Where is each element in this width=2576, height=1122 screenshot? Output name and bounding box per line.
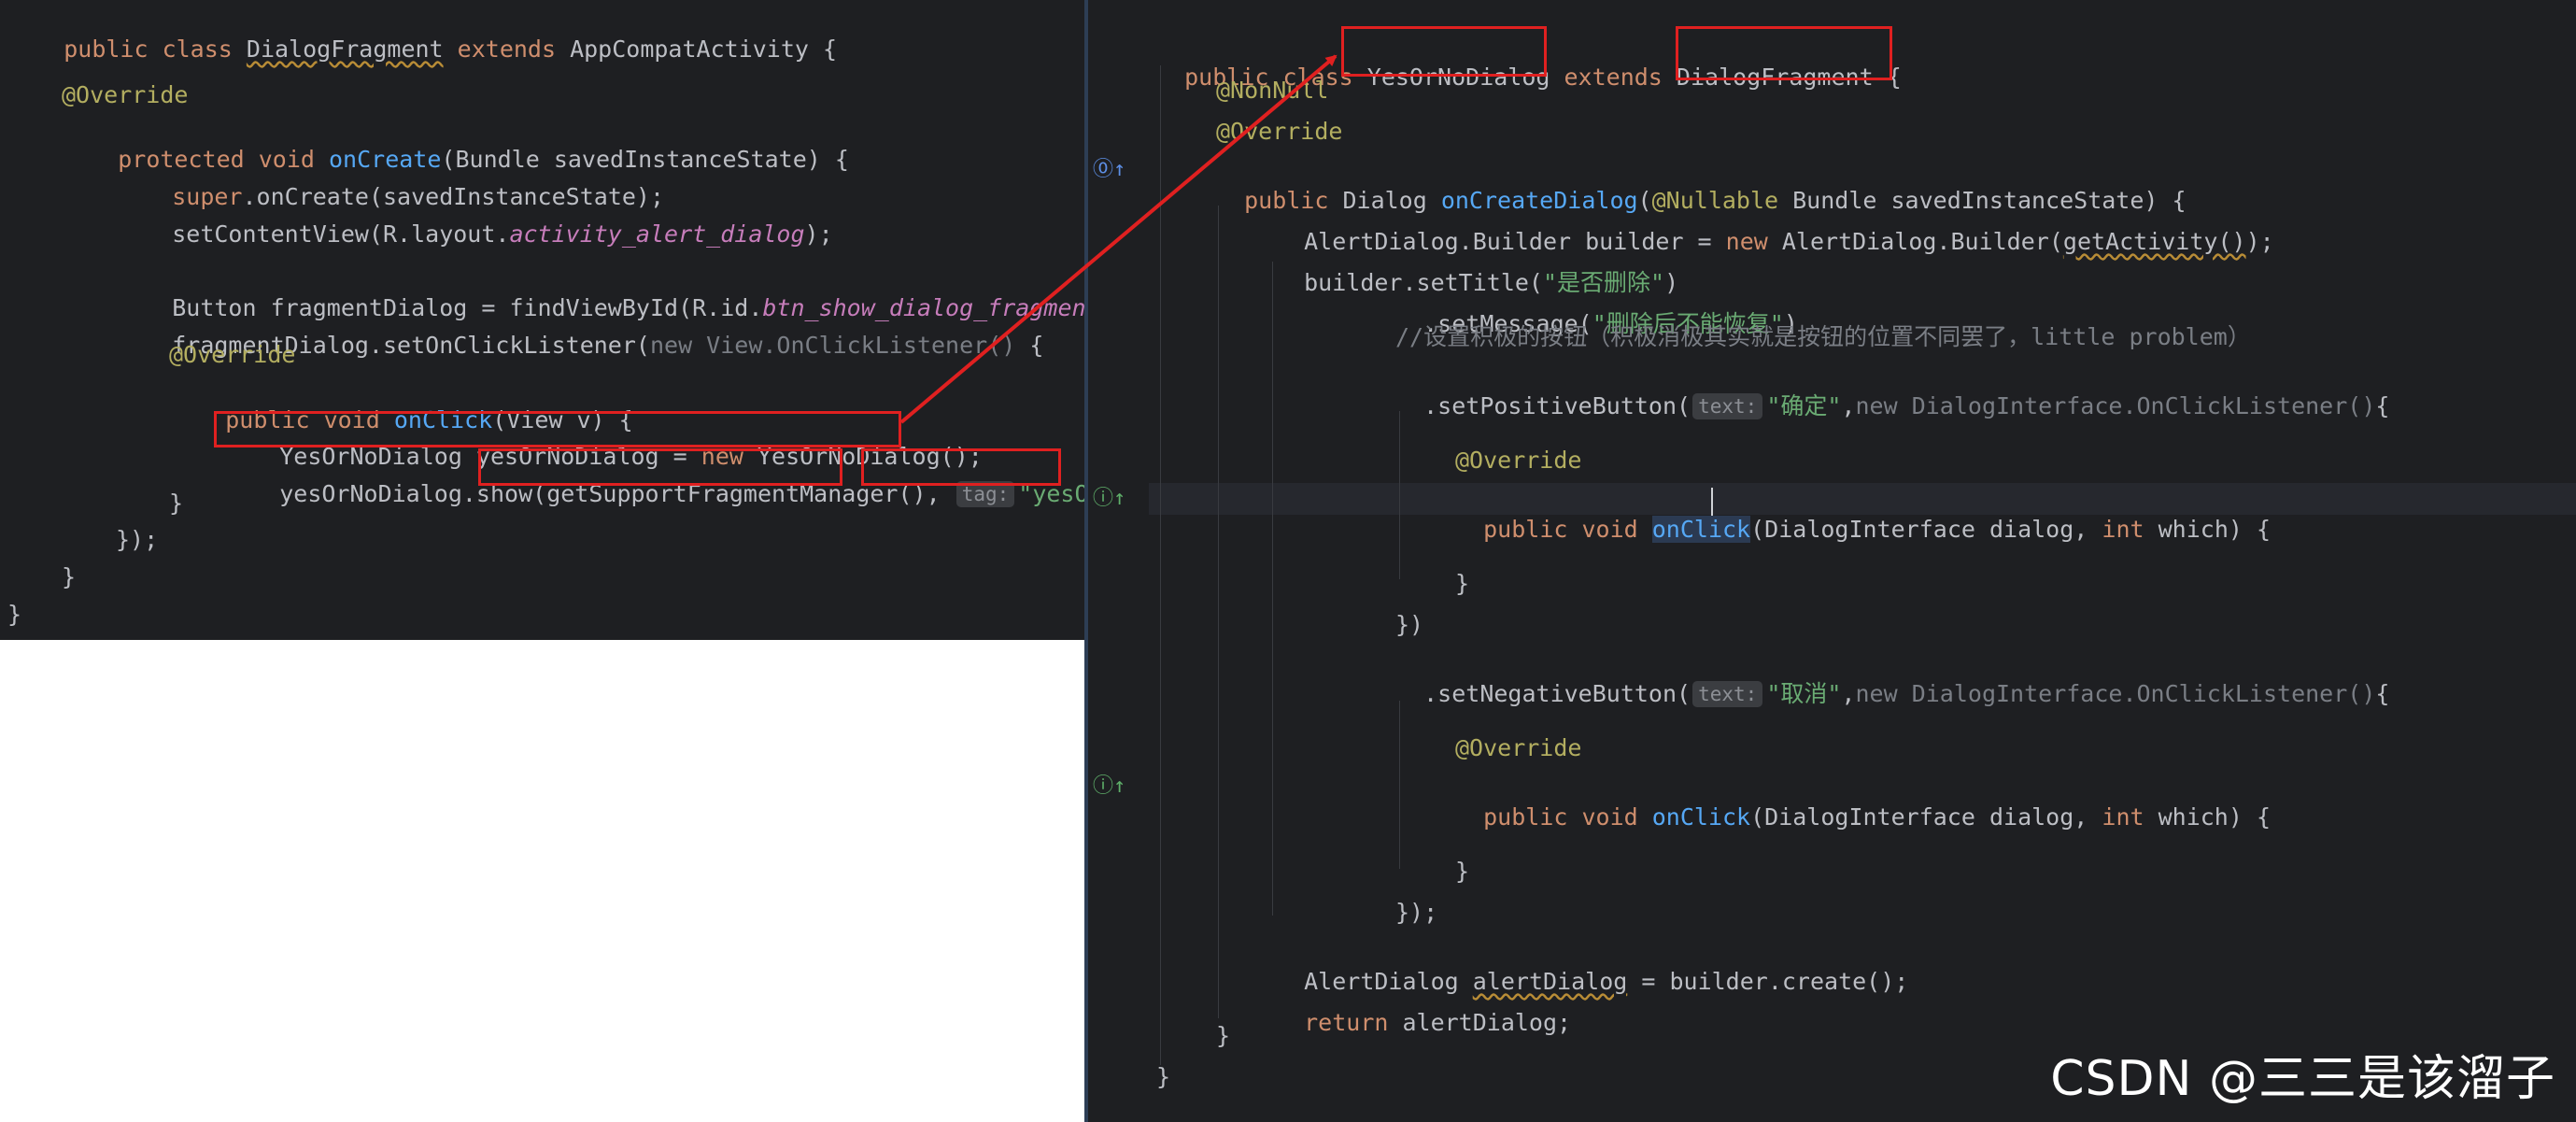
code-line: });: [1395, 899, 1438, 926]
code-token: new: [1725, 228, 1768, 255]
code-token: onClick: [1651, 803, 1751, 831]
code-token: extends: [443, 36, 571, 63]
code-token: onCli: [1651, 516, 1722, 543]
code-token: "取消": [1766, 680, 1842, 707]
code-line: }): [1395, 611, 1424, 638]
code-line: }: [7, 601, 22, 628]
indent-guide: [1160, 65, 1161, 1065]
code-line: }: [62, 563, 77, 590]
code-token: return: [1304, 1009, 1389, 1036]
code-line: });: [116, 526, 159, 553]
override-gutter-icon[interactable]: ⓪↑: [1093, 156, 1125, 184]
code-token: AppCompatActivity {: [570, 36, 838, 63]
code-token: ,: [1841, 392, 1856, 419]
code-token: new DialogInterface.OnClickListener(): [1855, 680, 2376, 707]
code-token: setContentView(R.layout.: [172, 220, 510, 248]
highlight-box-parent-class: [1676, 26, 1892, 80]
code-token: which) {: [2144, 516, 2272, 543]
code-token: which) {: [2144, 803, 2272, 831]
code-token: .setNegativeButton(: [1423, 680, 1691, 707]
code-line: }: [1216, 1022, 1231, 1049]
code-token: public void: [1483, 516, 1652, 543]
code-line: }: [1455, 570, 1470, 597]
code-token: new DialogInterface.OnClickListener(): [1855, 392, 2376, 419]
code-token: extends: [1550, 64, 1677, 91]
code-line: public void onClick(DialogInterface dial…: [1455, 488, 2271, 544]
code-token: {: [1015, 332, 1044, 359]
code-line: @Override: [169, 341, 296, 368]
parameter-hint: text:: [1692, 393, 1763, 419]
code-token: AlertDialog.Builder(: [1767, 228, 2063, 255]
indent-guide: [1272, 262, 1273, 916]
code-line: return alertDialog;: [1276, 981, 1571, 1037]
code-token: alertDialog;: [1388, 1009, 1572, 1036]
code-token: getActivity(): [2062, 228, 2246, 255]
code-token: (DialogInterface dialog,: [1750, 516, 2102, 543]
code-token: (DialogInterface dialog,: [1750, 803, 2102, 831]
code-token: new View.OnClickListener(): [649, 332, 1016, 359]
code-token: int: [2102, 516, 2144, 543]
code-line: @Override: [62, 81, 189, 108]
code-line: }: [169, 490, 184, 517]
highlight-box-new-dialog: [214, 411, 901, 447]
highlight-box-fragment-manager: [478, 448, 842, 486]
code-line: .setPositiveButton(text: "确定",new DialogI…: [1395, 364, 2389, 420]
code-line: @Override: [1455, 447, 1582, 474]
code-token: );: [804, 220, 833, 248]
watermark: CSDN @三三是该溜子: [2050, 1051, 2555, 1107]
code-line: @Override: [1216, 118, 1343, 145]
code-token: DialogFragment: [246, 36, 444, 63]
code-line: public class DialogFragment extends AppC…: [7, 7, 837, 92]
parameter-hint: text:: [1692, 681, 1763, 707]
code-line: setContentView(R.layout.activity_alert_d…: [116, 192, 833, 277]
highlight-box-tag: [861, 448, 1061, 486]
indent-guide: [1218, 206, 1219, 1018]
code-line: @Override: [1455, 734, 1582, 761]
left-editor-pane: public class DialogFragment extends AppC…: [0, 0, 1088, 640]
code-token: );: [2245, 228, 2274, 255]
indent-guide: [1399, 701, 1400, 869]
code-token: int: [2102, 803, 2144, 831]
code-line: .setNegativeButton(text: "取消",new DialogI…: [1395, 652, 2389, 708]
code-token: .setPositiveButton(: [1423, 392, 1691, 419]
code-line: }: [1455, 858, 1470, 885]
code-token: activity_alert_dialog: [509, 220, 805, 248]
code-token: ,: [1841, 680, 1856, 707]
indent-guide: [1399, 411, 1400, 579]
code-token: ck: [1722, 516, 1751, 543]
code-line: @NonNull: [1216, 77, 1329, 104]
code-comment: //设置积极的按钮（积极消极其实就是按钮的位置不同罢了，little probl…: [1395, 323, 2251, 350]
code-line: }: [1156, 1063, 1171, 1090]
code-token: {: [2375, 392, 2390, 419]
code-line: public void onClick(DialogInterface dial…: [1455, 775, 2271, 831]
code-token: public class: [64, 36, 247, 63]
code-token: = builder.create();: [1627, 968, 1909, 995]
highlight-box-class-name: [1341, 26, 1547, 77]
implements-gutter-icon[interactable]: ⓘ↑: [1093, 773, 1125, 801]
code-token: public void: [1483, 803, 1652, 831]
code-token: "确定": [1766, 392, 1842, 419]
text-caret: [1711, 488, 1713, 516]
code-token: {: [2375, 680, 2390, 707]
implements-gutter-icon[interactable]: ⓘ↑: [1093, 485, 1125, 513]
